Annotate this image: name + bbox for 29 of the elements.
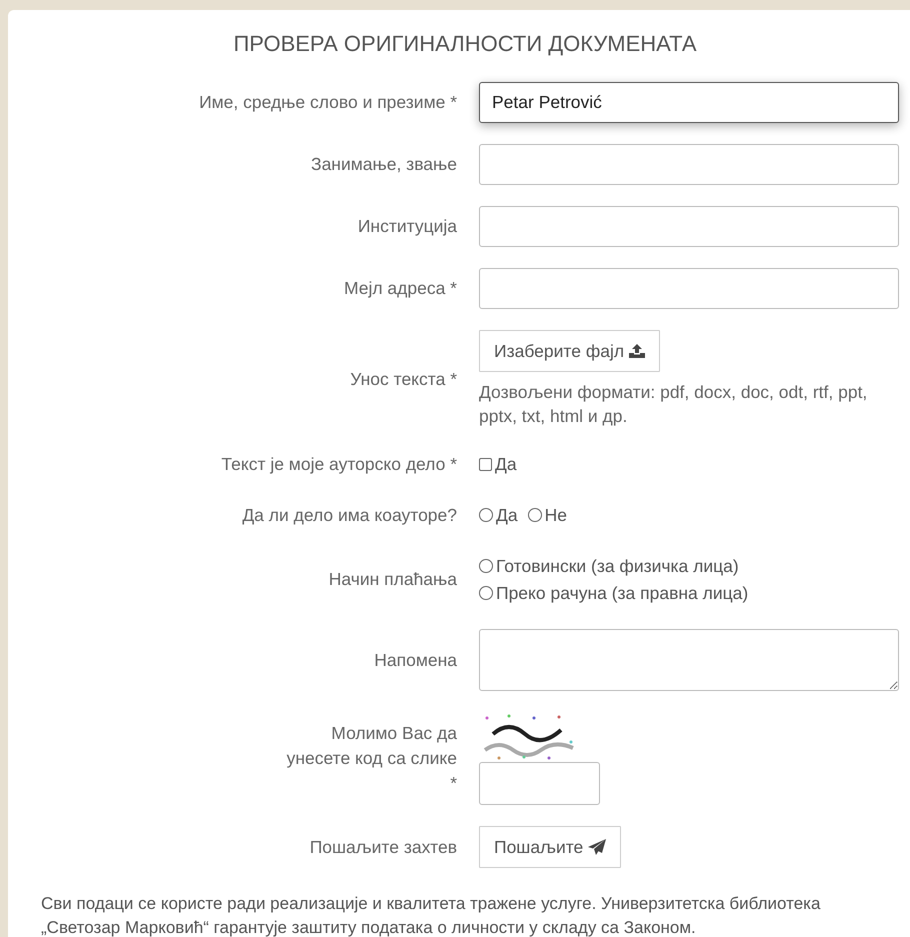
input-field[interactable] xyxy=(479,268,899,309)
field-label: Напомена xyxy=(374,648,457,672)
format-hint: Дозвољени формати: pdf, docx, doc, odt, rtf, ppt, pptx, txt, html и др. xyxy=(479,381,868,428)
input-field[interactable] xyxy=(479,144,899,185)
field-label: Пошаљите захтев xyxy=(310,836,457,858)
paper-plane-icon xyxy=(588,839,606,855)
radio-option[interactable]: Не xyxy=(528,503,567,527)
field-label: Мејл адреса * xyxy=(344,277,457,300)
field-label: Молимо Вас да унесете код са слике * xyxy=(286,722,457,795)
captcha-field[interactable] xyxy=(479,762,600,805)
field-label: Име, средње слово и презиме * xyxy=(199,91,457,114)
radio-option[interactable]: Да xyxy=(479,503,518,527)
field-label: Начин плаћања xyxy=(328,568,457,591)
field-label: Да ли дело има коауторе? xyxy=(242,504,457,527)
radio-option[interactable]: Преко рачуна (за правна лица) xyxy=(479,581,748,605)
input-field[interactable] xyxy=(479,206,899,247)
note-field[interactable] xyxy=(479,629,899,691)
field-label: Текст је моје ауторско дело * xyxy=(221,452,457,476)
field-label: Унос текста * xyxy=(350,368,457,390)
privacy-note: Сви подаци се користе ради реализације и квалитета тражене услуге. Универзитетска библиотека „Светозар Марковић“ гарантује заштиту података о личности у складу са Законом. xyxy=(41,893,822,937)
input-field[interactable]: Petar Petrović xyxy=(479,82,899,123)
checkbox-option[interactable]: Да xyxy=(479,452,517,476)
field-label: Занимање, звање xyxy=(311,153,457,176)
upload-icon xyxy=(629,344,646,358)
form-title: ПРОВЕРА ОРИГИНАЛНОСТИ ДОКУМЕНАТА xyxy=(232,32,698,56)
choose-file-button[interactable]: Изаберите фајл xyxy=(479,330,660,372)
send-button[interactable]: Пошаљите xyxy=(479,826,622,868)
field-label: Институција xyxy=(358,215,457,238)
radio-option[interactable]: Готовински (за физичка лица) xyxy=(479,554,748,578)
